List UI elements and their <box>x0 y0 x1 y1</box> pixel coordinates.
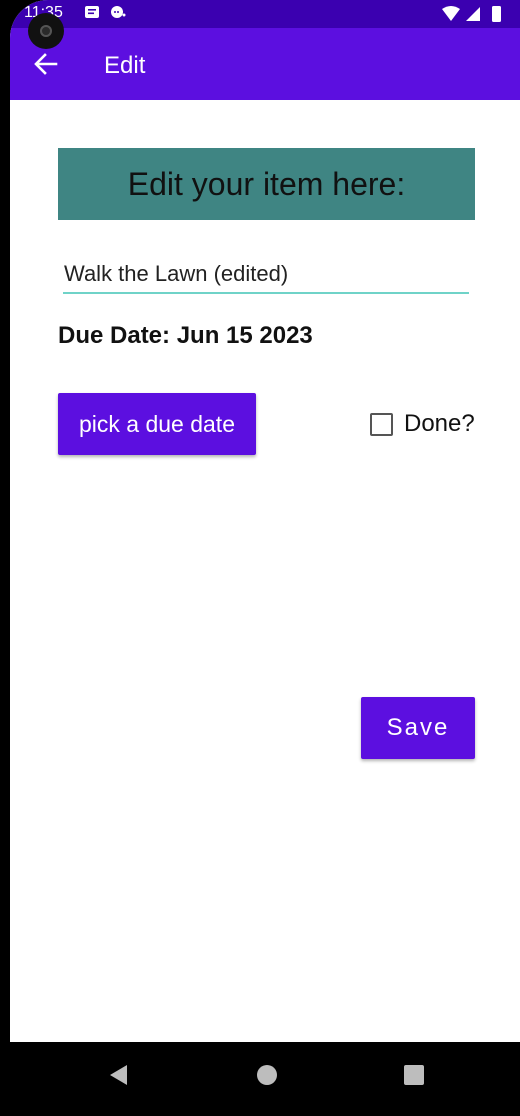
system-nav-bar <box>0 1042 520 1116</box>
back-arrow-icon[interactable] <box>32 50 60 78</box>
app-title: Edit <box>104 52 146 79</box>
done-checkbox-row[interactable]: Done? <box>370 410 475 438</box>
front-camera <box>28 13 64 49</box>
item-text-field[interactable] <box>63 260 469 294</box>
back-triangle-icon[interactable] <box>107 1063 129 1087</box>
done-checkbox[interactable] <box>370 412 393 436</box>
signal-icon <box>466 7 480 21</box>
message-notification-icon <box>85 6 99 18</box>
screen: 11:35 Edit Edit yo <box>10 0 520 1116</box>
pick-due-date-button[interactable]: pick a due date <box>58 393 256 455</box>
device-frame: 11:35 Edit Edit yo <box>0 0 520 1116</box>
chat-notification-icon <box>111 6 126 18</box>
status-icons <box>442 6 501 22</box>
app-bar: Edit <box>10 28 520 100</box>
save-button[interactable]: Save <box>361 697 475 759</box>
edit-header: Edit your item here: <box>58 148 475 220</box>
status-bar: 11:35 <box>10 0 520 28</box>
due-date-label: Due Date: Jun 15 2023 <box>58 322 313 349</box>
home-circle-icon[interactable] <box>256 1064 278 1086</box>
recents-square-icon[interactable] <box>403 1064 425 1086</box>
wifi-icon <box>442 6 460 21</box>
done-label: Done? <box>404 410 475 437</box>
battery-icon <box>492 6 501 22</box>
